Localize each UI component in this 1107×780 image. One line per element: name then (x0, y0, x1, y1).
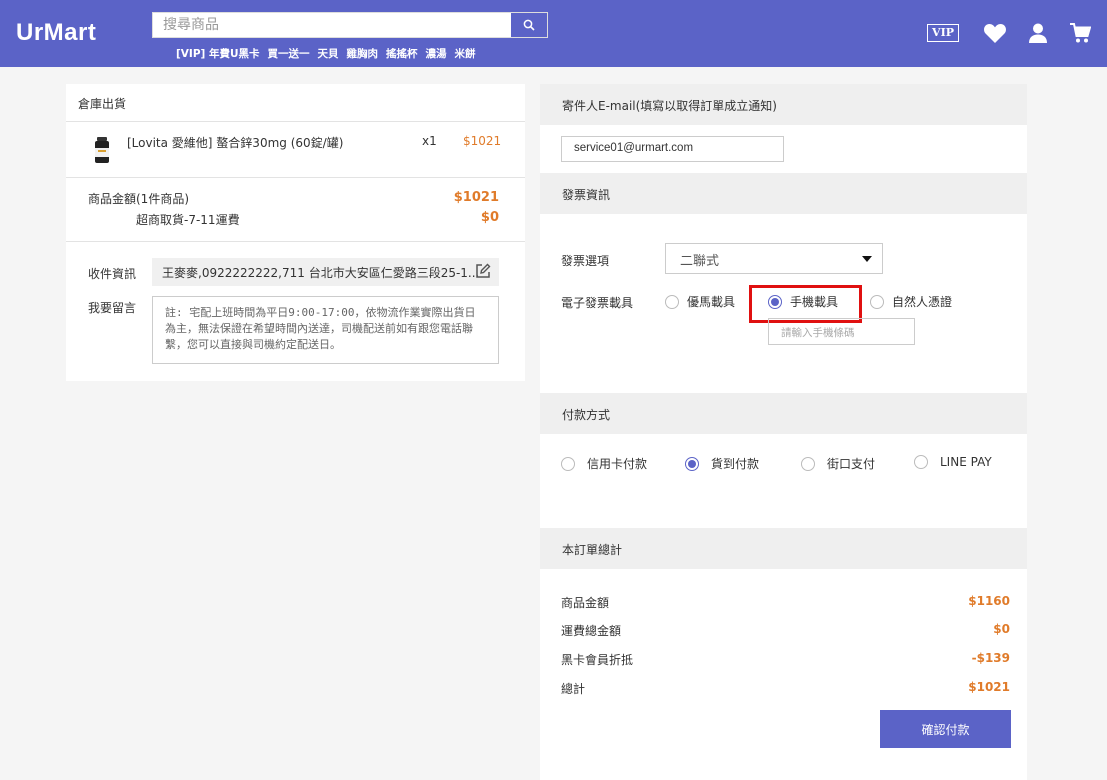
keyword-link[interactable]: [VIP] 年費U黑卡 (176, 46, 260, 61)
payment-radio-cod[interactable]: 貨到付款 (685, 455, 759, 472)
message-label: 我要留言 (88, 301, 137, 315)
keyword-link[interactable]: 天貝 (318, 46, 339, 61)
carrier-option-label: 自然人憑證 (892, 295, 953, 309)
keyword-link[interactable]: 搖搖杯 (386, 46, 418, 61)
invoice-option-value: 二聯式 (680, 254, 720, 269)
receiver-label: 收件資訊 (88, 267, 137, 281)
invoice-option-select[interactable]: 二聯式 (665, 243, 883, 274)
edit-icon[interactable] (475, 263, 491, 279)
divider (66, 121, 525, 122)
product-name[interactable]: [Lovita 愛維他] 螯合鋅30mg (60錠/罐) (127, 134, 343, 151)
vip-icon[interactable]: VIP (927, 24, 959, 42)
cart-icon[interactable] (1069, 22, 1091, 44)
dropdown-arrow-icon (862, 256, 872, 262)
radio-icon (801, 456, 815, 471)
hot-keywords: [VIP] 年費U黑卡 買一送一 天貝 雞胸肉 搖搖杯 濃湯 米餅 (176, 46, 476, 61)
divider (66, 241, 525, 242)
carrier-label: 電子發票載具 (561, 296, 634, 310)
receiver-info: 王麥麥,0922222222,711 台北市大安區仁愛路三段25-1... (152, 258, 499, 286)
payment-option-label: LINE PAY (940, 455, 992, 469)
radio-selected-icon (685, 456, 699, 471)
payment-radio-linepay[interactable]: LINE PAY (914, 455, 992, 469)
user-icon[interactable] (1027, 22, 1049, 44)
order-panel: 倉庫出貨 [Lovita 愛維他] 螯合鋅30mg (60錠/罐) x1 $10… (66, 84, 525, 381)
invoice-section-title: 發票資訊 (540, 173, 1027, 214)
summary-value: -$139 (971, 651, 1010, 665)
summary-label: 總計 (561, 682, 586, 696)
radio-icon (665, 294, 679, 309)
search-input[interactable] (153, 13, 503, 37)
mobile-barcode-input[interactable]: 請輸入手機條碼 (768, 318, 915, 345)
summary-label: 黑卡會員折抵 (561, 653, 634, 667)
shipping-label: 超商取貨-7-11運費 (136, 213, 240, 227)
heart-icon[interactable] (983, 22, 1007, 44)
carrier-option-label: 優馬載具 (687, 295, 736, 309)
payment-section-title: 付款方式 (540, 393, 1027, 434)
payment-option-label: 街口支付 (827, 457, 876, 471)
search-bar (152, 12, 548, 38)
payment-option-label: 貨到付款 (711, 457, 760, 471)
subtotal-label: 商品金額(1件商品) (88, 192, 189, 206)
top-header: UrMart [VIP] 年費U黑卡 買一送一 天貝 雞胸肉 搖搖杯 濃湯 米餅… (0, 0, 1107, 67)
confirm-payment-button[interactable]: 確認付款 (880, 710, 1011, 748)
carrier-radio-urmart[interactable]: 優馬載具 (665, 293, 735, 310)
search-button[interactable] (511, 13, 547, 37)
keyword-link[interactable]: 雞胸肉 (347, 46, 379, 61)
subtotal-value: $1021 (453, 190, 499, 205)
email-field[interactable]: service01@urmart.com (561, 136, 784, 162)
product-price: $1021 (463, 134, 502, 148)
summary-label: 商品金額 (561, 596, 610, 610)
summary-section-title: 本訂單總計 (540, 528, 1027, 569)
summary-value: $1160 (968, 594, 1010, 608)
radio-icon (561, 456, 575, 471)
summary-label: 運費總金額 (561, 624, 622, 638)
carrier-radio-citizen[interactable]: 自然人憑證 (870, 293, 952, 310)
shipping-value: $0 (480, 210, 499, 225)
email-section-title: 寄件人E-mail(填寫以取得訂單成立通知) (540, 84, 1027, 125)
radio-icon (914, 455, 928, 469)
keyword-link[interactable]: 買一送一 (268, 46, 310, 61)
invoice-option-label: 發票選項 (561, 254, 610, 268)
search-icon (523, 19, 535, 31)
keyword-link[interactable]: 米餅 (455, 46, 476, 61)
header-icons: VIP (927, 22, 1091, 44)
summary-value: $0 (993, 622, 1010, 636)
payment-radio-credit-card[interactable]: 信用卡付款 (561, 455, 647, 472)
keyword-link[interactable]: 濃湯 (426, 46, 447, 61)
message-textarea[interactable]: 註: 宅配上班時間為平日9:00-17:00，依物流作業實際出貨日為主，無法保證… (152, 296, 499, 364)
product-qty: x1 (422, 134, 437, 148)
payment-radio-jkopay[interactable]: 街口支付 (801, 455, 875, 472)
summary-value: $1021 (968, 680, 1010, 694)
product-thumbnail (95, 137, 109, 163)
warehouse-title: 倉庫出貨 (78, 97, 127, 111)
payment-option-label: 信用卡付款 (587, 457, 648, 471)
divider (66, 177, 525, 178)
radio-icon (870, 294, 884, 309)
site-logo[interactable]: UrMart (16, 19, 96, 47)
